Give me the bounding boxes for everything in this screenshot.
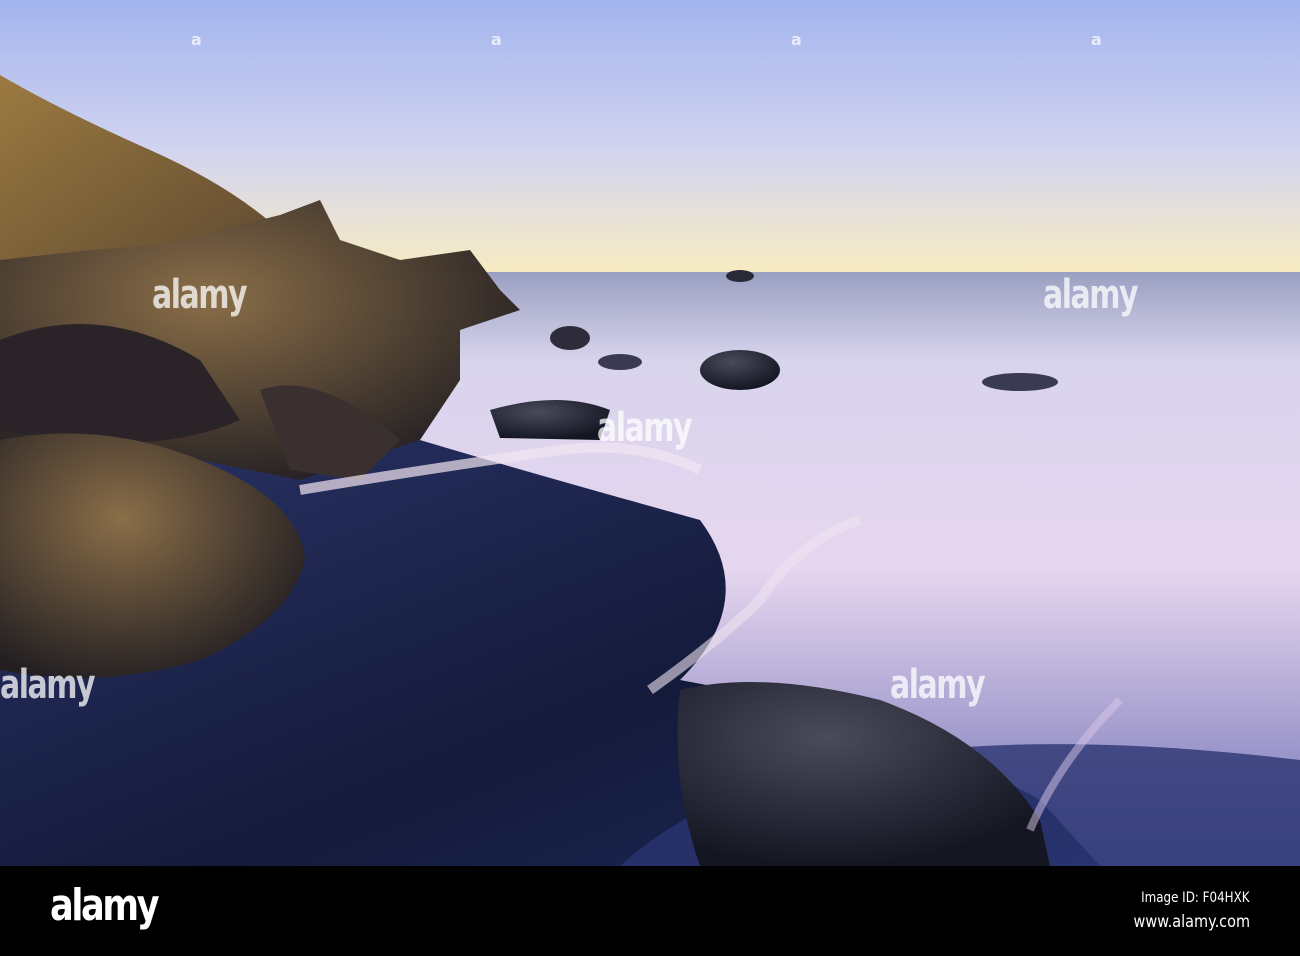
watermark-mark: a: [791, 30, 802, 49]
stock-photo: a a a a alamy alamy alamy alamy alamy al…: [0, 0, 1300, 956]
watermark-logo: alamy: [0, 662, 96, 708]
watermark-mark: a: [1091, 30, 1102, 49]
site-url: www.alamy.com: [1133, 912, 1250, 932]
watermark-mark: a: [191, 30, 202, 49]
alamy-logo: alamy: [50, 880, 160, 931]
footer-bar: alamy Image ID: F04HXK www.alamy.com: [0, 866, 1300, 956]
watermark-logo: alamy: [1043, 272, 1139, 318]
watermark-mark: a: [491, 30, 502, 49]
watermark-logo: alamy: [890, 662, 986, 708]
watermark-logo: alamy: [597, 405, 693, 451]
image-id: Image ID: F04HXK: [1141, 890, 1250, 906]
watermark-logo: alamy: [152, 272, 248, 318]
